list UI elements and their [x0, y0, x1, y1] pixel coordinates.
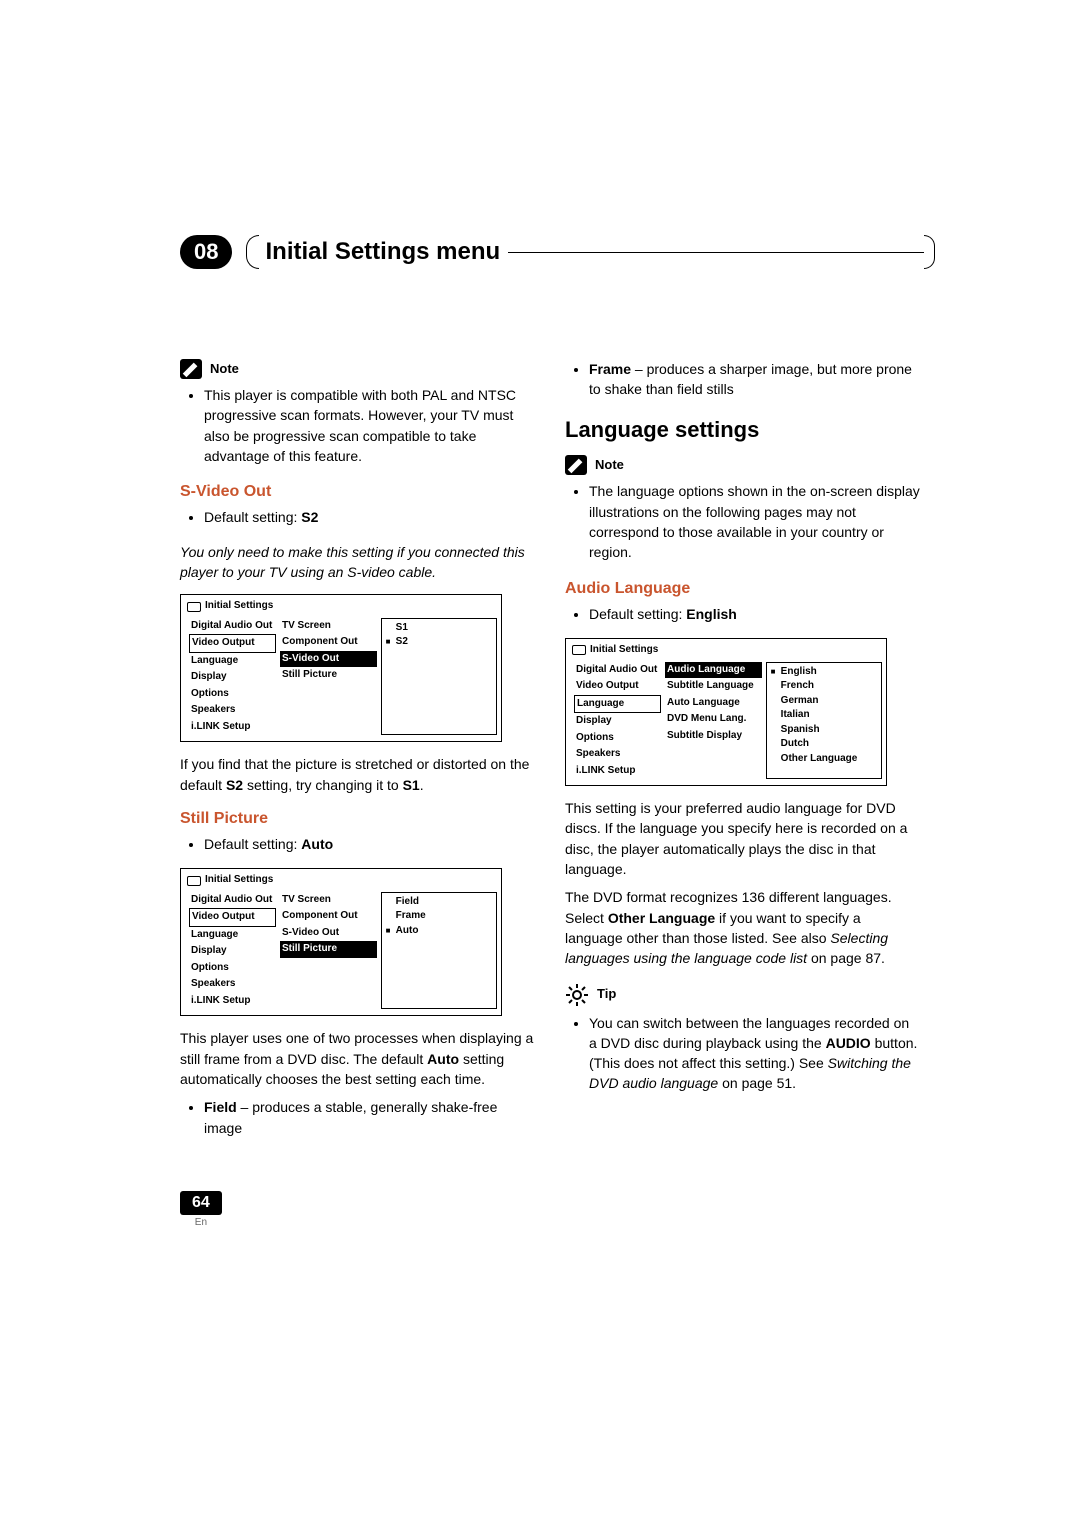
audio-para2: The DVD format recognizes 136 different … [565, 887, 920, 968]
page-lang: En [180, 1217, 222, 1228]
gear-icon [565, 983, 589, 1007]
osd-sub-item: Subtitle Language [665, 678, 762, 695]
note-label: Note [595, 456, 624, 475]
osd-category-item: Display [574, 713, 661, 730]
osd-category-item: Speakers [189, 702, 276, 719]
pencil-icon [180, 359, 202, 379]
osd-value-item: S2 [386, 635, 492, 650]
osd-value-item: Italian [771, 708, 877, 723]
language-settings-heading: Language settings [565, 414, 920, 446]
osd-value-item: French [771, 679, 877, 694]
osd-title: Initial Settings [566, 639, 886, 662]
osd-value-item: Other Language [771, 752, 877, 767]
osd-category-item: i.LINK Setup [189, 719, 276, 736]
note-header: Note [565, 455, 920, 475]
osd-value-item: S1 [386, 621, 492, 636]
svideo-heading: S-Video Out [180, 480, 535, 503]
osd-category-item: i.LINK Setup [189, 993, 276, 1010]
osd-sub-item: S-Video Out [280, 651, 377, 668]
page-footer: 64 En [180, 1191, 222, 1228]
svideo-after: If you find that the picture is stretche… [180, 754, 535, 795]
note-header: Note [180, 359, 535, 379]
osd-category-item: Video Output [189, 634, 276, 653]
osd-value-item: Spanish [771, 723, 877, 738]
osd-category-item: Language [189, 653, 276, 670]
osd-category-item: Video Output [574, 678, 661, 695]
osd-category-item: Display [189, 669, 276, 686]
frame-bullet: Frame – produces a sharper image, but mo… [589, 359, 920, 400]
osd-sub-item: Component Out [280, 634, 377, 651]
chapter-header: 08 Initial Settings menu [180, 235, 935, 269]
svideo-italic: You only need to make this setting if yo… [180, 542, 535, 583]
pencil-icon [565, 455, 587, 475]
osd-sub-item: Audio Language [665, 662, 762, 679]
note-text: This player is compatible with both PAL … [204, 385, 535, 466]
osd-sub-item: S-Video Out [280, 925, 377, 942]
osd-still: Initial SettingsDigital Audio OutVideo O… [180, 868, 502, 1016]
osd-category-item: Options [189, 686, 276, 703]
left-column: Note This player is compatible with both… [180, 359, 535, 1152]
osd-value-item: Frame [386, 909, 492, 924]
osd-category-item: i.LINK Setup [574, 763, 661, 780]
osd-sub-item: Still Picture [280, 941, 377, 958]
osd-sub-item: Auto Language [665, 695, 762, 712]
field-bullet: Field – produces a stable, generally sha… [204, 1097, 535, 1138]
osd-value-item: German [771, 694, 877, 709]
osd-category-item: Digital Audio Out [574, 662, 661, 679]
osd-sub-item: DVD Menu Lang. [665, 711, 762, 728]
osd-value-item: Field [386, 895, 492, 910]
osd-title: Initial Settings [181, 869, 501, 892]
osd-audio: Initial SettingsDigital Audio OutVideo O… [565, 638, 887, 786]
still-heading: Still Picture [180, 807, 535, 830]
osd-category-item: Digital Audio Out [189, 892, 276, 909]
tip-label: Tip [597, 985, 616, 1004]
svideo-default: Default setting: S2 [204, 507, 535, 527]
osd-sub-item: TV Screen [280, 618, 377, 635]
audio-default: Default setting: English [589, 604, 920, 624]
audio-para1: This setting is your preferred audio lan… [565, 798, 920, 879]
osd-sub-item: Component Out [280, 908, 377, 925]
still-para: This player uses one of two processes wh… [180, 1028, 535, 1089]
osd-category-item: Options [189, 960, 276, 977]
tip-text: You can switch between the languages rec… [589, 1013, 920, 1094]
osd-category-item: Speakers [189, 976, 276, 993]
chapter-number: 08 [180, 235, 232, 269]
audio-lang-heading: Audio Language [565, 577, 920, 600]
osd-svideo: Initial SettingsDigital Audio OutVideo O… [180, 594, 502, 742]
osd-category-item: Language [189, 927, 276, 944]
osd-sub-item: TV Screen [280, 892, 377, 909]
page-number: 64 [180, 1191, 222, 1215]
osd-value-item: English [771, 665, 877, 680]
osd-title: Initial Settings [181, 595, 501, 618]
osd-category-item: Video Output [189, 908, 276, 927]
osd-category-item: Language [574, 695, 661, 714]
chapter-title: Initial Settings menu [265, 238, 500, 266]
right-column: Frame – produces a sharper image, but mo… [565, 359, 920, 1152]
still-default: Default setting: Auto [204, 834, 535, 854]
osd-value-item: Auto [386, 924, 492, 939]
osd-category-item: Options [574, 730, 661, 747]
osd-category-item: Digital Audio Out [189, 618, 276, 635]
osd-sub-item: Still Picture [280, 667, 377, 684]
tip-header: Tip [565, 983, 920, 1007]
osd-value-item: Dutch [771, 737, 877, 752]
osd-category-item: Speakers [574, 746, 661, 763]
osd-category-item: Display [189, 943, 276, 960]
osd-sub-item: Subtitle Display [665, 728, 762, 745]
note-label: Note [210, 360, 239, 379]
lang-note-text: The language options shown in the on-scr… [589, 481, 920, 562]
